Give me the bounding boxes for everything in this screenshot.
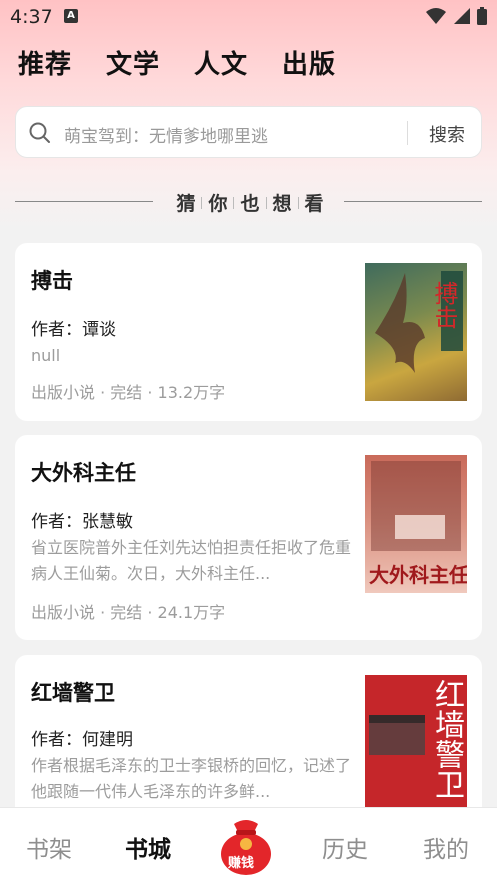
book-meta: 出版小说 · 完结 · 13.2万字 xyxy=(31,383,226,402)
book-title: 搏击 xyxy=(31,269,73,293)
book-meta: 出版小说 · 完结 · 24.1万字 xyxy=(31,603,226,622)
section-char: 猜 xyxy=(176,193,196,215)
section-char: 想 xyxy=(272,193,292,215)
cover-title: 搏击 xyxy=(430,281,458,329)
book-title: 大外科主任 xyxy=(31,461,136,485)
section-char: 你 xyxy=(208,193,228,215)
status-bar: 4:37 A xyxy=(0,0,497,34)
book-author: 作者：何建明 xyxy=(31,730,133,750)
search-icon xyxy=(29,122,50,143)
nav-bookstore[interactable]: 书城 xyxy=(125,830,171,864)
cover-title: 大外科主任 xyxy=(369,563,467,587)
search-bar[interactable]: 萌宝驾到：无情爹地哪里逃 搜索 xyxy=(15,106,482,158)
section-char: 看 xyxy=(304,193,324,215)
cover-title: 红墙警卫 xyxy=(429,679,464,799)
book-card[interactable]: 搏击 作者：谭谈 null 出版小说 · 完结 · 13.2万字 搏击 xyxy=(15,243,482,421)
nav-bookshelf[interactable]: 书架 xyxy=(26,830,72,864)
wifi-icon xyxy=(426,8,446,24)
book-description: null xyxy=(31,346,61,365)
search-button[interactable]: 搜索 xyxy=(429,121,465,147)
divider-left xyxy=(15,201,153,202)
status-icons xyxy=(425,7,487,25)
bottom-nav: 书架 书城 赚钱 历史 我的 xyxy=(0,807,497,883)
tab-publishing[interactable]: 出版 xyxy=(282,44,336,81)
top-tabs: 推荐 文学 人文 出版 xyxy=(18,44,336,81)
section-header: 猜 你 也 想 看 xyxy=(15,189,482,215)
book-title: 红墙警卫 xyxy=(31,681,115,705)
book-description: 作者根据毛泽东的卫士李银桥的回忆，记述了他跟随一代伟人毛泽东的许多鲜... xyxy=(31,756,352,801)
status-time: 4:37 xyxy=(10,6,53,28)
tab-literature[interactable]: 文学 xyxy=(106,44,160,81)
divider-right xyxy=(344,201,482,202)
earn-label[interactable]: 赚钱 xyxy=(228,852,254,871)
battery-icon xyxy=(477,7,487,25)
book-description: 省立医院普外主任刘先达怕担责任拒收了危重病人王仙菊。次日，大外科主任... xyxy=(31,538,352,583)
book-card[interactable]: 红墙警卫 作者：何建明 作者根据毛泽东的卫士李银桥的回忆，记述了他跟随一代伟人毛… xyxy=(15,655,482,820)
search-input[interactable]: 萌宝驾到：无情爹地哪里逃 xyxy=(64,122,268,147)
tab-recommend[interactable]: 推荐 xyxy=(18,44,72,81)
book-author: 作者：张慧敏 xyxy=(31,512,133,532)
nav-history[interactable]: 历史 xyxy=(322,830,368,864)
signal-icon xyxy=(454,8,470,24)
book-card[interactable]: 大外科主任 作者：张慧敏 省立医院普外主任刘先达怕担责任拒收了危重病人王仙菊。次… xyxy=(15,435,482,640)
nav-mine[interactable]: 我的 xyxy=(423,830,469,864)
tab-humanities[interactable]: 人文 xyxy=(194,44,248,81)
section-title: 猜 你 也 想 看 xyxy=(160,189,340,216)
book-cover[interactable]: 大外科主任 xyxy=(365,455,467,593)
book-cover[interactable]: 搏击 xyxy=(365,263,467,401)
notification-a-icon: A xyxy=(64,9,78,23)
section-char: 也 xyxy=(240,193,260,215)
book-author: 作者：谭谈 xyxy=(31,320,116,340)
search-divider xyxy=(407,121,408,145)
book-cover[interactable]: 红墙警卫 xyxy=(365,675,467,813)
